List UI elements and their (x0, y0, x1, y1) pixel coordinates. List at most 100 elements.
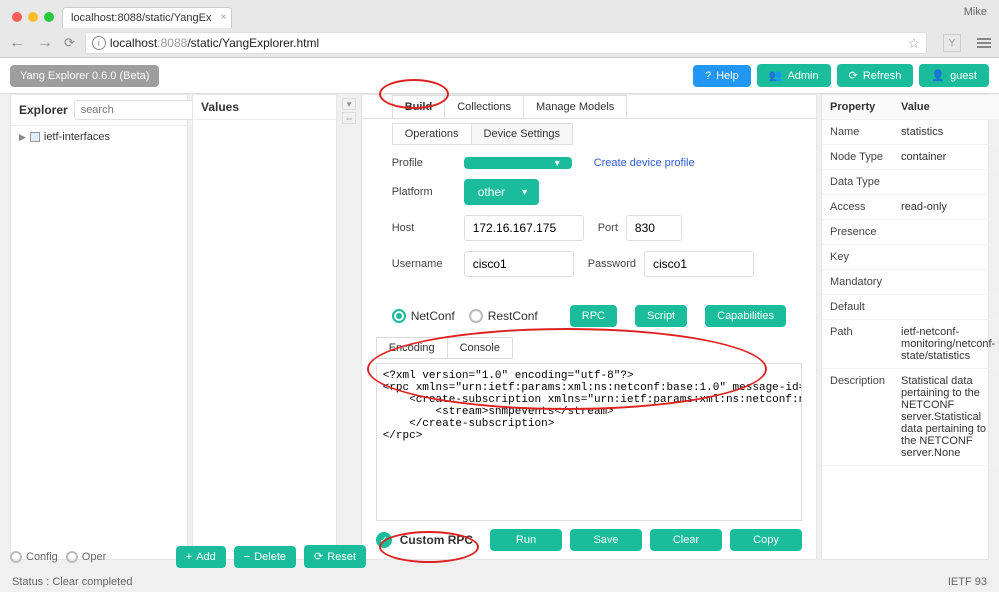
prop-key: Description (822, 369, 893, 466)
user-icon: 👤 (931, 69, 945, 82)
tab-close-icon[interactable]: × (221, 12, 227, 23)
radio-oper[interactable]: Oper (66, 551, 106, 563)
help-button[interactable]: ?Help (693, 65, 751, 87)
host-input[interactable] (464, 215, 584, 241)
tab-build[interactable]: Build (392, 95, 446, 118)
address-bar[interactable]: i localhost:8088/static/YangExplorer.htm… (85, 32, 927, 54)
max-dot[interactable] (44, 12, 54, 22)
url-path: /static/YangExplorer.html (187, 36, 319, 50)
main-tabs: Build Collections Manage Models (362, 95, 816, 119)
prop-value: read-only (893, 195, 999, 220)
capabilities-button[interactable]: Capabilities (705, 305, 786, 327)
panel-resize-handle[interactable]: ▾ ⇔ (341, 94, 356, 560)
script-button[interactable]: Script (635, 305, 687, 327)
back-icon[interactable]: ← (8, 34, 26, 52)
close-dot[interactable] (12, 12, 22, 22)
table-row: Key (822, 245, 999, 270)
radio-restconf[interactable]: RestConf (469, 309, 538, 323)
rpc-button[interactable]: RPC (570, 305, 617, 327)
table-row: Presence (822, 220, 999, 245)
add-button[interactable]: +Add (176, 546, 226, 568)
explorer-title: Explorer (19, 103, 68, 117)
values-title: Values (201, 100, 239, 114)
reset-button[interactable]: ⟳Reset (304, 545, 366, 568)
table-row: Mandatory (822, 270, 999, 295)
prop-key: Presence (822, 220, 893, 245)
custom-rpc-label: Custom RPC (400, 533, 473, 547)
browser-chrome: localhost:8088/static/YangEx × Mike ← → … (0, 0, 999, 58)
explorer-panel: Explorer ▶ ietf-interfaces (10, 94, 188, 560)
profile-name: Mike (964, 6, 987, 18)
device-settings-form: Profile ▼ Create device profile Platform… (362, 145, 816, 299)
run-button[interactable]: Run (490, 529, 562, 551)
custom-rpc-checkbox[interactable]: ✓ (376, 532, 392, 548)
tab-manage-models[interactable]: Manage Models (523, 95, 627, 118)
delete-button[interactable]: −Delete (234, 546, 296, 568)
copy-button[interactable]: Copy (730, 529, 802, 551)
create-device-profile-link[interactable]: Create device profile (594, 157, 695, 169)
admin-button[interactable]: 👥Admin (757, 64, 831, 87)
guest-button[interactable]: 👤guest (919, 64, 989, 87)
tree-node-icon (30, 132, 40, 142)
prop-value: container (893, 145, 999, 170)
prop-value (893, 295, 999, 320)
radio-netconf[interactable]: NetConf (392, 309, 455, 323)
tree-item-label: ietf-interfaces (44, 131, 110, 143)
tab-console[interactable]: Console (447, 337, 513, 359)
table-row: Accessread-only (822, 195, 999, 220)
site-info-icon[interactable]: i (92, 36, 106, 50)
values-panel: Values (192, 94, 337, 560)
minus-icon: − (244, 551, 250, 563)
hamburger-icon[interactable] (977, 38, 991, 48)
prop-key: Key (822, 245, 893, 270)
prop-key: Mandatory (822, 270, 893, 295)
clear-button[interactable]: Clear (650, 529, 722, 551)
window-controls (8, 12, 62, 28)
plus-icon: + (186, 551, 192, 563)
password-input[interactable] (644, 251, 754, 277)
app-toolbar: Yang Explorer 0.6.0 (Beta) ?Help 👥Admin … (0, 58, 999, 94)
prop-key: Name (822, 120, 893, 145)
password-label: Password (588, 258, 636, 270)
username-input[interactable] (464, 251, 574, 277)
radio-config[interactable]: Config (10, 551, 58, 563)
chevron-down-icon: ▼ (553, 158, 562, 168)
chevron-down-icon: ▼ (520, 187, 529, 197)
subtab-operations[interactable]: Operations (392, 123, 472, 145)
host-label: Host (392, 222, 456, 234)
bookmark-icon[interactable]: ☆ (907, 35, 920, 52)
profile-select[interactable]: ▼ (464, 157, 572, 169)
refresh-button[interactable]: ⟳Refresh (837, 64, 914, 87)
rpc-xml-textarea[interactable]: <?xml version="1.0" encoding="utf-8"?> <… (376, 363, 802, 521)
min-dot[interactable] (28, 12, 38, 22)
table-row: Default (822, 295, 999, 320)
refresh-icon: ⟳ (849, 69, 858, 82)
platform-select[interactable]: other▼ (464, 179, 539, 205)
prop-value: statistics (893, 120, 999, 145)
extension-icon[interactable]: Y (943, 34, 961, 52)
reset-icon: ⟳ (314, 550, 323, 563)
splitter-icon[interactable]: ⇔ (342, 112, 356, 124)
table-row: Namestatistics (822, 120, 999, 145)
collapse-icon[interactable]: ▾ (342, 98, 356, 110)
reload-icon[interactable]: ⟳ (64, 35, 75, 51)
save-button[interactable]: Save (570, 529, 642, 551)
username-label: Username (392, 258, 456, 270)
tab-encoding[interactable]: Encoding (376, 337, 448, 359)
port-input[interactable] (626, 215, 682, 241)
prop-key: Path (822, 320, 893, 369)
prop-value (893, 170, 999, 195)
help-icon: ? (705, 70, 711, 82)
forward-icon[interactable]: → (36, 34, 54, 52)
tree-item[interactable]: ▶ ietf-interfaces (11, 126, 187, 148)
table-row: DescriptionStatistical data pertaining t… (822, 369, 999, 466)
tree-caret-icon[interactable]: ▶ (19, 132, 26, 143)
prop-header-key: Property (822, 95, 893, 120)
encoding-tabs: Encoding Console (362, 333, 816, 359)
subtab-device-settings[interactable]: Device Settings (471, 123, 573, 145)
tab-collections[interactable]: Collections (444, 95, 524, 118)
browser-tab[interactable]: localhost:8088/static/YangEx × (62, 7, 232, 28)
tab-title: localhost:8088/static/YangEx (71, 12, 211, 24)
prop-value (893, 270, 999, 295)
prop-key: Access (822, 195, 893, 220)
